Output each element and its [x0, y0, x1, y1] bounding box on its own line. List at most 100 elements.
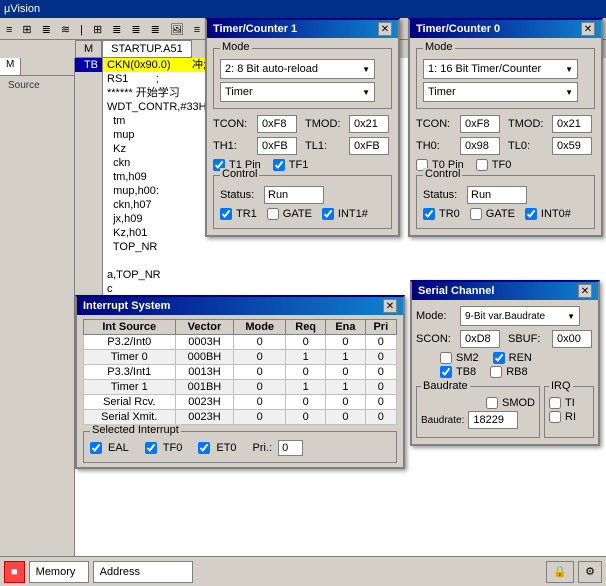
int-ena-4: 0	[326, 395, 365, 410]
timer1-status-row: Status:	[220, 186, 385, 204]
timer0-tf0-checkbox[interactable]	[476, 159, 488, 171]
toolbar-btn-1[interactable]: ≡	[2, 22, 16, 38]
table-row[interactable]: Timer 1 001BH 0 1 1 0	[84, 380, 397, 395]
timer1-control-label: Control	[220, 168, 259, 180]
serial-mode-row: Mode: 9-Bit var.Baudrate ▼	[416, 306, 594, 326]
interrupt-tf0-checkbox[interactable]	[145, 442, 157, 454]
toolbar-btn-4[interactable]: ≋	[57, 21, 74, 38]
lock-btn[interactable]: 🔒	[546, 561, 574, 583]
timer1-window: Timer/Counter 1 ✕ Mode 2: 8 Bit auto-rel…	[205, 18, 400, 237]
toolbar-btn-8[interactable]: ≣	[127, 21, 144, 38]
line-num-10	[75, 198, 103, 212]
line-num-4	[75, 114, 103, 128]
timer0-window: Timer/Counter 0 ✕ Mode 1: 16 Bit Timer/C…	[408, 18, 603, 237]
timer1-close-button[interactable]: ✕	[378, 22, 392, 36]
timer1-mode2-arrow: ▼	[362, 88, 370, 97]
timer0-mode-group: Mode 1: 16 Bit Timer/Counter ▼ Timer ▼	[416, 48, 595, 109]
int-mode-2: 0	[234, 365, 286, 380]
serial-smod-checkbox[interactable]	[486, 397, 498, 409]
table-row[interactable]: Timer 0 000BH 0 1 1 0	[84, 350, 397, 365]
col-vector: Vector	[175, 320, 234, 335]
interrupt-et0-checkbox[interactable]	[198, 442, 210, 454]
timer0-body: Mode 1: 16 Bit Timer/Counter ▼ Timer ▼ T…	[410, 38, 601, 235]
toolbar-btn-6[interactable]: ⊞	[89, 21, 106, 38]
int-mode-5: 0	[234, 410, 286, 425]
timer0-status-input[interactable]	[467, 186, 527, 204]
gear-btn[interactable]: ⚙	[578, 561, 602, 583]
timer0-mode2-dropdown[interactable]: Timer ▼	[423, 82, 578, 102]
timer1-gate-checkbox[interactable]	[267, 208, 279, 220]
serial-mode-value: 9-Bit var.Baudrate	[465, 311, 545, 322]
serial-ti-checkbox[interactable]	[549, 397, 561, 409]
col-mode: Mode	[234, 320, 286, 335]
serial-rb8-checkbox[interactable]	[490, 366, 502, 378]
timer1-mode2-dropdown[interactable]: Timer ▼	[220, 82, 375, 102]
timer0-mode2-value: Timer	[428, 86, 456, 98]
table-row[interactable]: Serial Xmit. 0023H 0 0 0 0	[84, 410, 397, 425]
timer0-gate-checkbox[interactable]	[470, 208, 482, 220]
timer0-mode-dropdown[interactable]: 1: 16 Bit Timer/Counter ▼	[423, 59, 578, 79]
toolbar-btn-2[interactable]: ⊞	[18, 21, 35, 38]
toolbar-btn-5[interactable]: |	[76, 22, 87, 38]
left-tab-m[interactable]: M	[0, 58, 21, 75]
table-row[interactable]: P3.3/Int1 0013H 0 0 0 0	[84, 365, 397, 380]
toolbar-btn-9[interactable]: ≣	[147, 21, 164, 38]
line-num-1	[75, 72, 103, 86]
timer1-int1-checkbox[interactable]	[322, 208, 334, 220]
title-bar: µVision	[0, 0, 606, 18]
code-text-11: jx,h09	[103, 212, 146, 226]
serial-sm2-checkbox[interactable]	[440, 352, 452, 364]
interrupt-eal-checkbox[interactable]	[90, 442, 102, 454]
table-row[interactable]: Serial Rcv. 0023H 0 0 0 0	[84, 395, 397, 410]
serial-tb8-checkbox[interactable]	[440, 366, 452, 378]
toolbar-btn-7[interactable]: ≣	[108, 21, 125, 38]
code-text-1: RS1 ;	[103, 72, 163, 86]
timer0-close-button[interactable]: ✕	[581, 22, 595, 36]
timer1-tl1-value: 0xFB	[349, 137, 389, 155]
timer0-int0-checkbox[interactable]	[525, 208, 537, 220]
source-item[interactable]: Source	[4, 78, 70, 93]
interrupt-pri-input[interactable]	[278, 440, 303, 456]
selected-interrupt-label: Selected Interrupt	[90, 424, 181, 436]
serial-smod-label: SMOD	[502, 397, 535, 409]
line-num-9	[75, 184, 103, 198]
int-source-2: P3.3/Int1	[84, 365, 176, 380]
toolbar-btn-10[interactable]: 🖼	[166, 21, 188, 38]
timer0-tcon-label: TCON:	[416, 118, 456, 130]
toolbar-btn-11[interactable]: ≡	[190, 22, 204, 38]
timer0-control-group: Control Status: TR0 GATE INT0#	[416, 175, 595, 229]
timer1-mode-dropdown[interactable]: 2: 8 Bit auto-reload ▼	[220, 59, 375, 79]
timer1-tf1-checkbox[interactable]	[273, 159, 285, 171]
int-source-1: Timer 0	[84, 350, 176, 365]
timer1-title-bar: Timer/Counter 1 ✕	[207, 20, 398, 38]
int-ena-1: 1	[326, 350, 365, 365]
int-vector-0: 0003H	[175, 335, 234, 350]
timer0-tf0-label: TF0	[492, 159, 512, 171]
serial-title: Serial Channel	[418, 285, 494, 297]
ri-row: RI	[549, 411, 589, 423]
table-row[interactable]: P3.2/Int0 0003H 0 0 0 0	[84, 335, 397, 350]
serial-ri-checkbox[interactable]	[549, 411, 561, 423]
stop-btn[interactable]: ■	[4, 561, 25, 583]
line-num-3	[75, 100, 103, 114]
tab-startup[interactable]: STARTUP.A51	[102, 40, 192, 57]
interrupt-table-header: Int Source Vector Mode Req Ena Pri	[84, 320, 397, 335]
timer1-gate-label: GATE	[283, 208, 312, 220]
code-text-12: Kz,h01	[103, 226, 151, 240]
interrupt-close-button[interactable]: ✕	[383, 299, 397, 313]
line-num-11	[75, 212, 103, 226]
serial-close-button[interactable]: ✕	[578, 284, 592, 298]
tab-startup-label: STARTUP.A51	[111, 43, 183, 55]
timer1-tr1-checkbox[interactable]	[220, 208, 232, 220]
serial-sm2-row: SM2 REN	[416, 352, 594, 364]
baudrate-section-label: Baudrate	[421, 380, 470, 392]
serial-mode-dropdown[interactable]: 9-Bit var.Baudrate ▼	[460, 306, 580, 326]
serial-ri-label: RI	[565, 411, 576, 423]
tab-m[interactable]: M	[75, 40, 102, 57]
timer1-status-input[interactable]	[264, 186, 324, 204]
timer0-tr0-checkbox[interactable]	[423, 208, 435, 220]
serial-ren-checkbox[interactable]	[493, 352, 505, 364]
code-text-6: Kz	[103, 142, 130, 156]
interrupt-tf0-label: TF0	[163, 442, 183, 454]
toolbar-btn-3[interactable]: ≣	[38, 21, 55, 38]
